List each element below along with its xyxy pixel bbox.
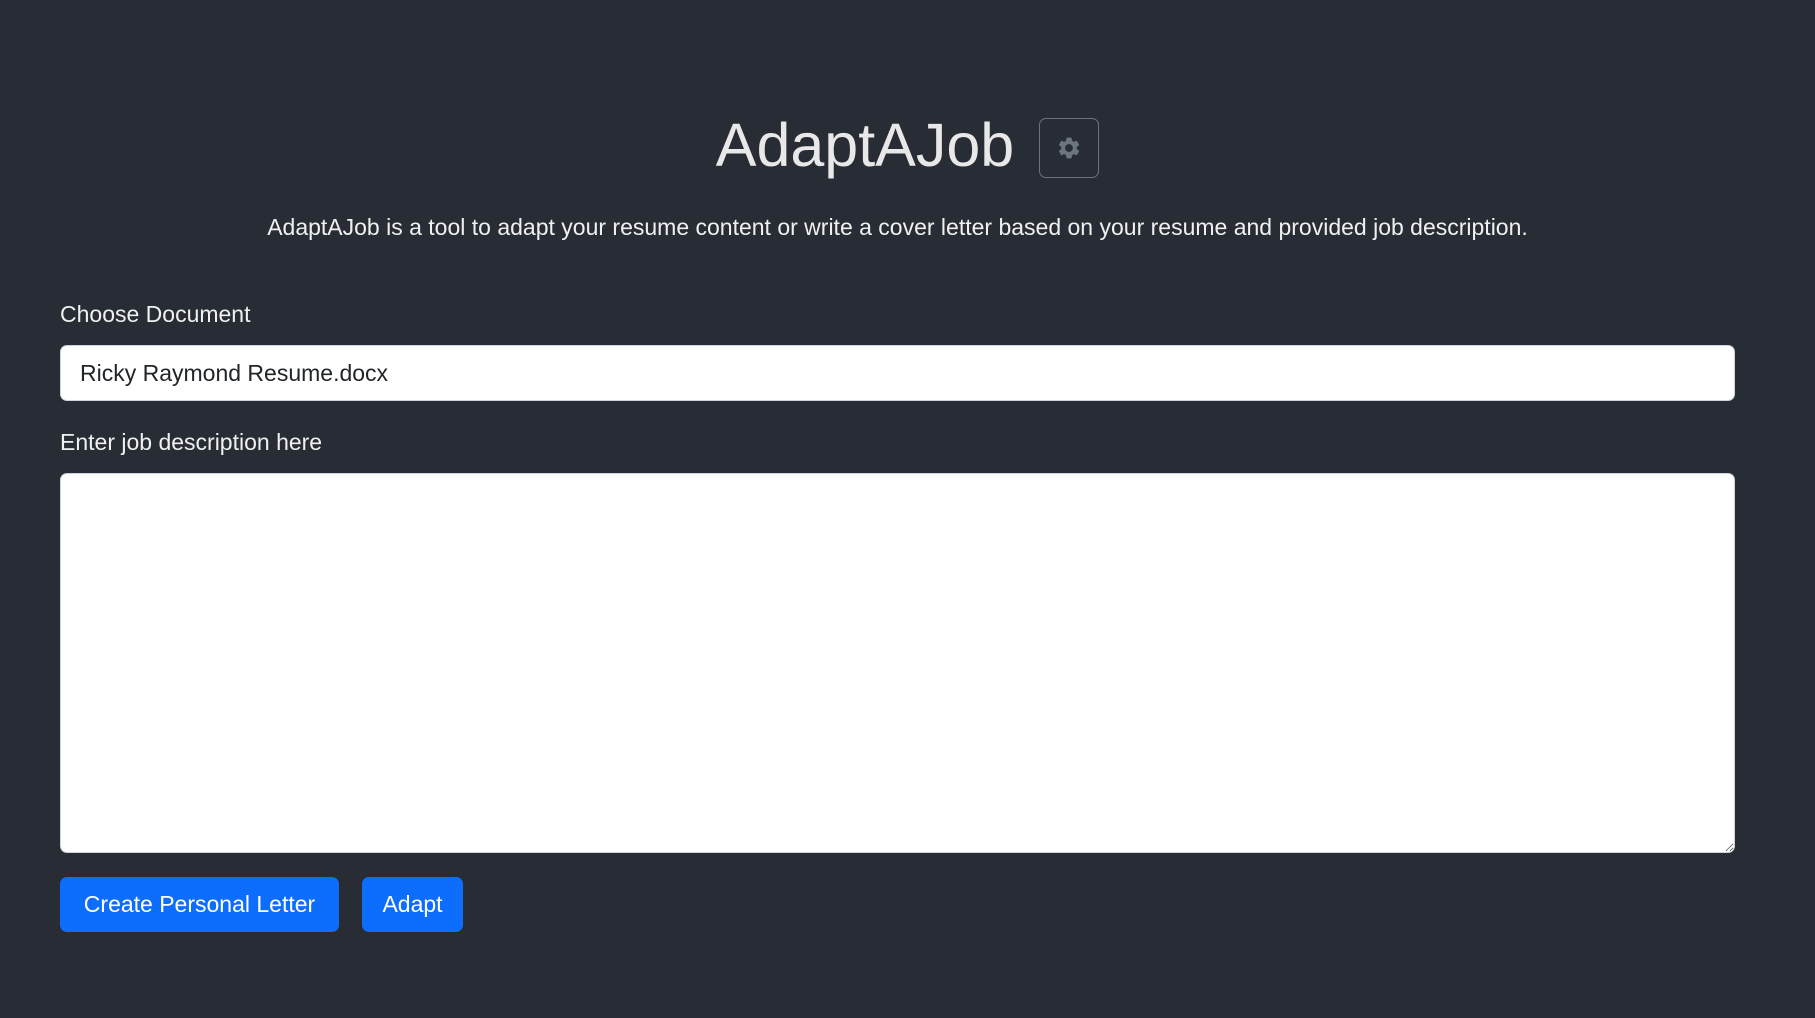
create-personal-letter-button[interactable]: Create Personal Letter bbox=[60, 877, 339, 932]
document-select[interactable]: Ricky Raymond Resume.docx bbox=[60, 345, 1735, 401]
gear-icon bbox=[1059, 137, 1080, 159]
settings-button[interactable] bbox=[1039, 118, 1100, 178]
choose-document-label: Choose Document bbox=[60, 301, 251, 327]
app-description: AdaptAJob is a tool to adapt your resume… bbox=[267, 214, 1528, 240]
job-description-textarea[interactable] bbox=[60, 473, 1735, 853]
app-title: AdaptAJob bbox=[715, 111, 1015, 179]
app-header: AdaptAJob bbox=[0, 105, 1815, 185]
job-description-label: Enter job description here bbox=[60, 429, 323, 455]
adapt-button[interactable]: Adapt bbox=[362, 877, 463, 932]
